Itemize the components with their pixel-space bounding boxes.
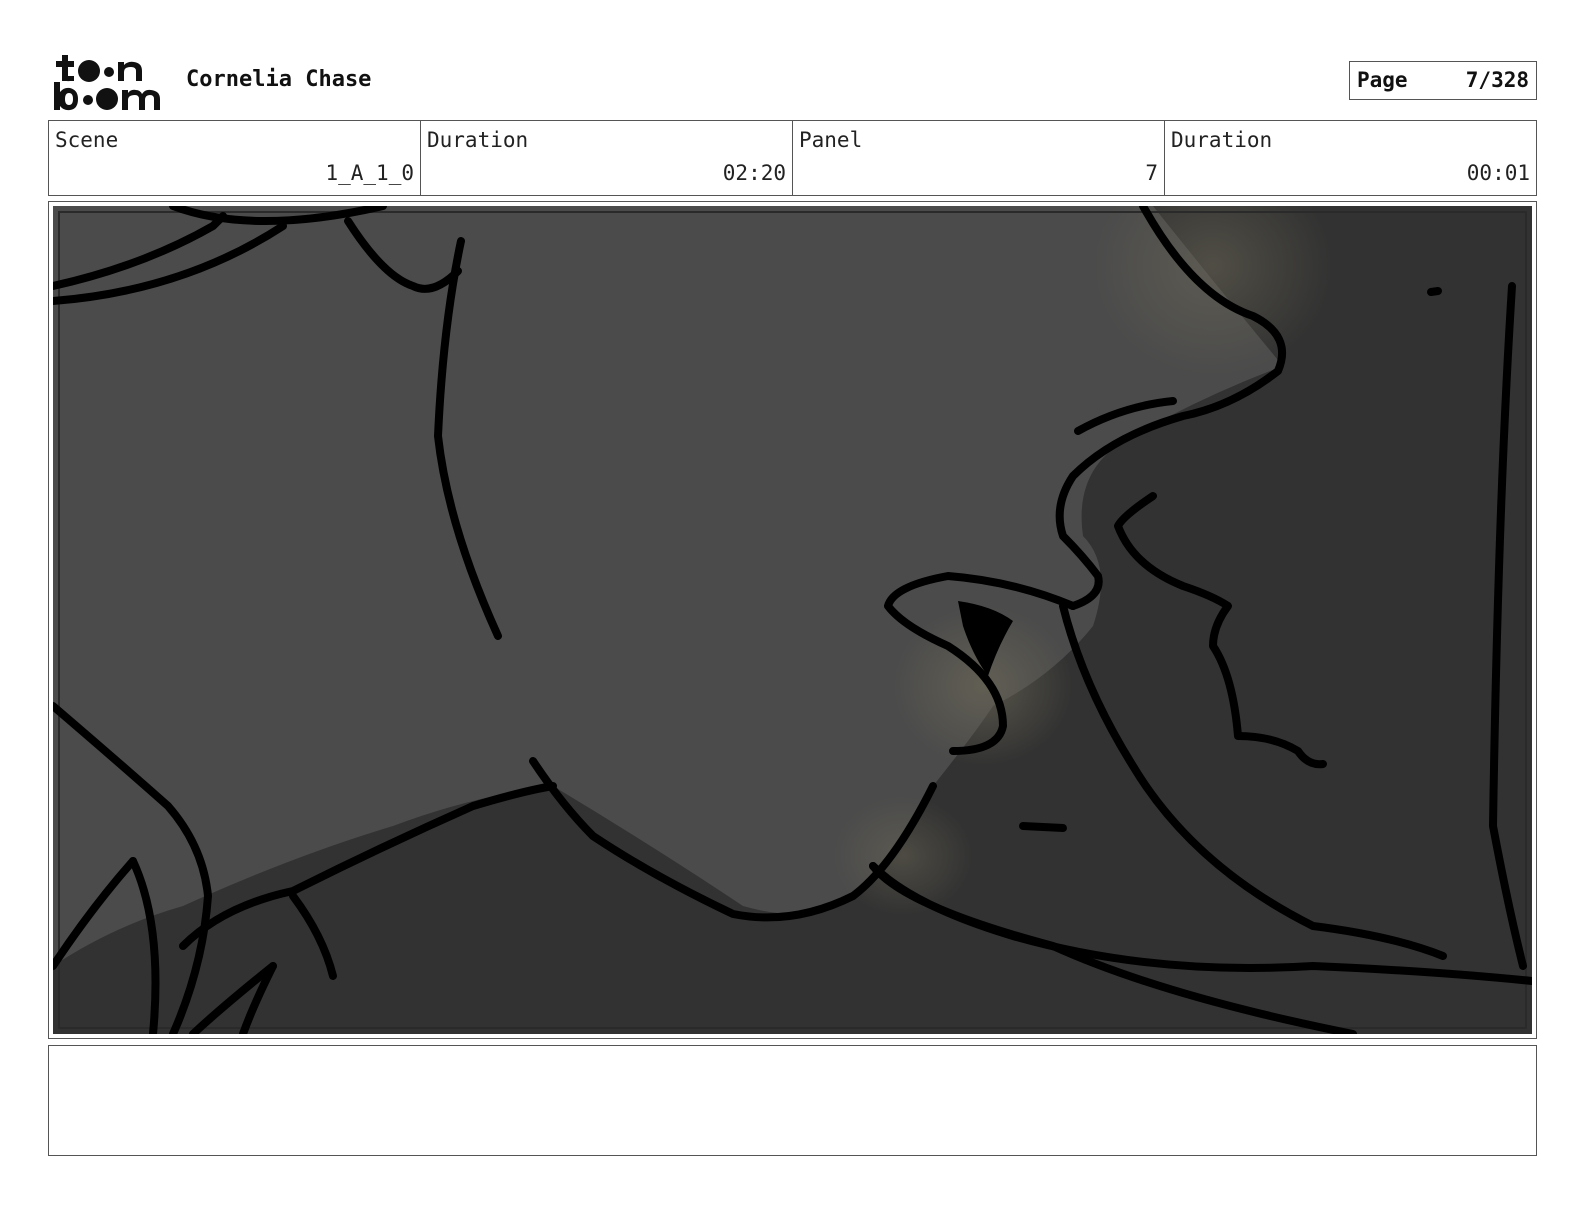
scene-label: Scene <box>55 128 119 152</box>
panel-frame <box>48 201 1537 1039</box>
panel-info-table: Scene 1_A_1_0 Duration 02:20 Panel 7 Dur… <box>48 120 1537 196</box>
scene-duration-label: Duration <box>427 128 529 152</box>
page-number: 7/328 <box>1465 68 1529 92</box>
scene-value: 1_A_1_0 <box>325 161 414 185</box>
panel-duration-label: Duration <box>1171 128 1273 152</box>
panel-cell: Panel 7 <box>793 121 1165 195</box>
storyboard-sketch-image <box>53 206 1532 1034</box>
panel-label: Panel <box>799 128 863 152</box>
panel-duration-value: 00:01 <box>1466 161 1530 185</box>
scene-duration-cell: Duration 02:20 <box>421 121 793 195</box>
panel-notes-box <box>48 1045 1537 1156</box>
panel-duration-cell: Duration 00:01 <box>1165 121 1536 195</box>
toon-boom-logo <box>54 55 160 111</box>
panel-value: 7 <box>1145 161 1158 185</box>
page-label: Page <box>1357 68 1408 92</box>
scene-cell: Scene 1_A_1_0 <box>49 121 421 195</box>
page-indicator: Page 7/328 <box>1349 61 1537 100</box>
project-title: Cornelia Chase <box>186 67 372 92</box>
scene-duration-value: 02:20 <box>722 161 786 185</box>
